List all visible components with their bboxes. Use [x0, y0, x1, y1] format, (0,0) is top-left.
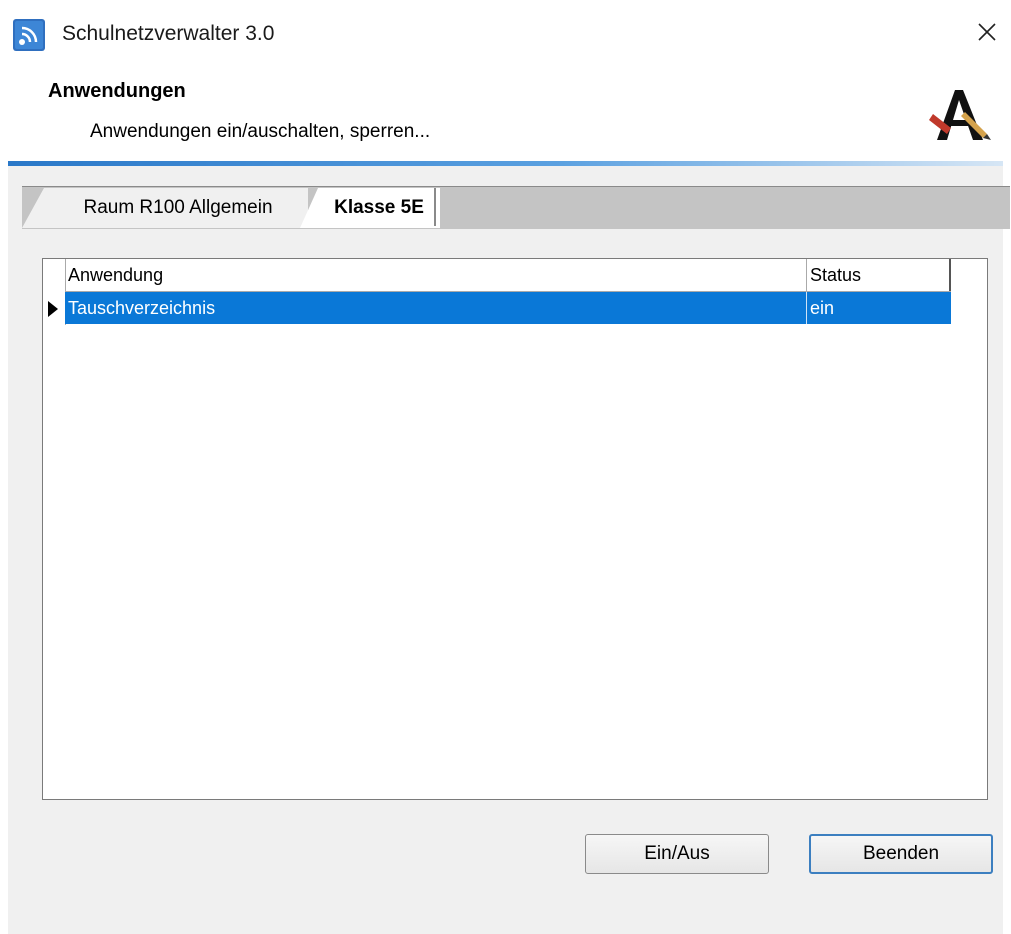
- beenden-button[interactable]: Beenden: [809, 834, 993, 874]
- page-header: Anwendungen Anwendungen ein/auschalten, …: [0, 62, 1011, 162]
- cell-status[interactable]: ein: [807, 292, 951, 324]
- page-subtitle: Anwendungen ein/auschalten, sperren...: [90, 121, 431, 142]
- page-title: Anwendungen: [48, 80, 186, 102]
- column-header-anwendung[interactable]: Anwendung: [65, 259, 807, 291]
- app-wifi-icon: [13, 19, 45, 51]
- ein-aus-button[interactable]: Ein/Aus: [585, 834, 769, 874]
- dialog-content: Raum R100 Allgemein Klasse 5E Anwendung …: [8, 166, 1010, 934]
- tab-label: Raum R100 Allgemein: [83, 197, 273, 218]
- tab-raum-r100-allgemein[interactable]: Raum R100 Allgemein: [22, 188, 308, 228]
- tab-label: Klasse 5E: [334, 197, 424, 218]
- grid-header: Anwendung Status: [43, 259, 951, 292]
- close-icon: [978, 23, 996, 41]
- tab-strip: Raum R100 Allgemein Klasse 5E: [22, 186, 1010, 229]
- column-header-status[interactable]: Status: [807, 259, 951, 291]
- tab-klasse-5e[interactable]: Klasse 5E: [300, 188, 440, 228]
- table-row[interactable]: Tauschverzeichnis ein: [65, 292, 951, 324]
- tab-divider: [434, 188, 436, 226]
- title-bar: Schulnetzverwalter 3.0: [0, 0, 1011, 62]
- applications-grid[interactable]: Anwendung Status Tauschverzeichnis ein: [42, 258, 988, 800]
- close-button[interactable]: [963, 12, 1011, 52]
- cell-anwendung[interactable]: Tauschverzeichnis: [65, 292, 807, 324]
- pencil-a-logo-icon: [929, 90, 991, 140]
- current-row-arrow-icon: [48, 301, 58, 317]
- window-title: Schulnetzverwalter 3.0: [62, 22, 275, 45]
